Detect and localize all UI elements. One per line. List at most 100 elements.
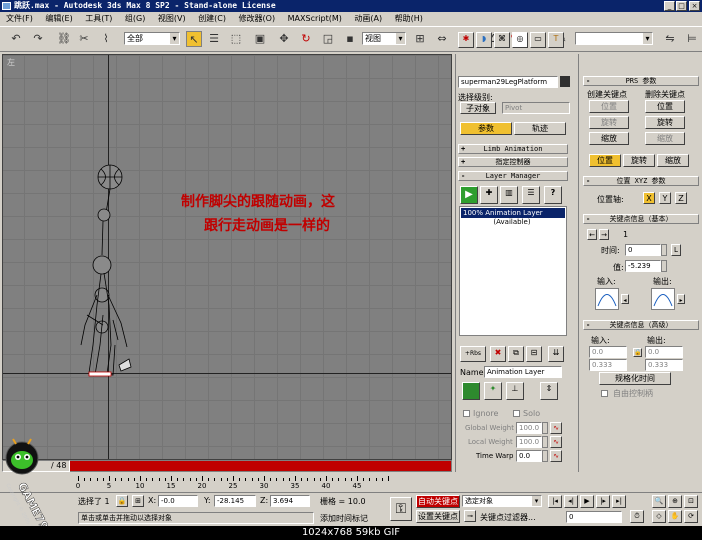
add-time-tag[interactable]: 添加时间标记 <box>320 513 368 524</box>
scale-icon[interactable]: ◲ <box>320 31 336 47</box>
move-icon[interactable]: ✥ <box>276 31 292 47</box>
motion-tab-icon[interactable]: ◎ <box>512 32 528 48</box>
adv-out-field-2[interactable]: 0.333 <box>645 359 683 371</box>
normalize-time-button[interactable]: 规格化时间 <box>599 372 671 385</box>
global-weight-spinner[interactable] <box>542 422 548 434</box>
sublevel-button[interactable]: 子对象 <box>460 102 496 114</box>
selection-set-dropdown[interactable]: 选定对象 ▾ <box>462 495 542 507</box>
object-name-field[interactable]: superman29LegPlatform <box>458 76 558 88</box>
next-key-icon[interactable]: → <box>599 229 609 240</box>
adv-in-field-2[interactable]: 0.333 <box>589 359 627 371</box>
axis-y-button[interactable]: Y <box>659 192 671 204</box>
modify-tab-icon[interactable]: ◗ <box>476 32 492 48</box>
auto-key-button[interactable]: 自动关键点 <box>416 495 460 508</box>
in-tangent-curve-icon[interactable] <box>595 288 619 310</box>
window-crossing-icon[interactable]: ▣ <box>252 31 268 47</box>
zoom-all-icon[interactable]: ⊕ <box>668 495 682 508</box>
rollout-pos-xyz[interactable]: - 位置 XYZ 参数 <box>583 176 699 186</box>
time-warp-spinner[interactable] <box>542 450 548 462</box>
menu-tools[interactable]: 工具(T) <box>85 14 112 23</box>
zoom-icon[interactable]: 🔍 <box>652 495 666 508</box>
character-skeleton[interactable] <box>73 155 153 385</box>
lock-time-button[interactable]: L <box>671 244 681 256</box>
layer-row-selected[interactable]: 100% Animation Layer <box>461 208 565 218</box>
layer-move-icon[interactable]: ⇕ <box>540 382 558 400</box>
add-rbs-button[interactable]: +Rbs <box>460 346 486 362</box>
orbit-icon[interactable]: ⟳ <box>684 510 698 523</box>
select-manipulate-icon[interactable]: ▪ <box>342 31 358 47</box>
fov-icon[interactable]: ◇ <box>652 510 666 523</box>
layer-name-field[interactable]: Animation Layer <box>484 366 562 378</box>
help-icon[interactable]: ? <box>544 186 562 204</box>
y-coord-field[interactable]: -28.145 <box>214 495 256 507</box>
select-link-icon[interactable]: ⛓ <box>56 31 72 47</box>
current-frame-field[interactable]: 0 <box>566 511 622 523</box>
minimize-button[interactable]: _ <box>664 1 675 11</box>
layer-color-swatch[interactable] <box>462 382 480 400</box>
rect-selection-icon[interactable]: ⬚ <box>228 31 244 47</box>
adv-out-field[interactable]: 0.0 <box>645 346 683 358</box>
sublevel-dropdown[interactable]: Pivot <box>502 102 570 114</box>
reference-coord-dropdown[interactable]: 视图 ▾ <box>362 32 406 45</box>
menu-animation[interactable]: 动画(A) <box>354 14 382 23</box>
rollout-assign-controller[interactable]: + 指定控制器 <box>458 157 568 167</box>
named-selection-dropdown[interactable]: ▾ <box>575 32 653 45</box>
create-rot-key-button[interactable]: 旋转 <box>589 116 629 129</box>
delete-rot-key-button[interactable]: 旋转 <box>645 116 685 129</box>
align-icon[interactable]: ⊨ <box>684 31 700 47</box>
lock-icon[interactable]: 🔒 <box>633 348 642 357</box>
time-warp-curve-icon[interactable]: ∿ <box>550 450 562 462</box>
z-coord-field[interactable]: 3.694 <box>270 495 310 507</box>
utilities-tab-icon[interactable]: T <box>548 32 564 48</box>
key-mode-icon[interactable]: ⊸ <box>464 510 476 522</box>
key-time-field[interactable]: 0 <box>625 244 661 256</box>
ignore-checkbox[interactable] <box>463 410 470 417</box>
delete-scale-key-button[interactable]: 缩放 <box>645 132 685 145</box>
rollout-key-info-basic[interactable]: - 关键点信息（基本） <box>583 214 699 224</box>
add-layer-icon[interactable]: ✚ <box>480 186 498 204</box>
pan-icon[interactable]: ✋ <box>668 510 682 523</box>
menu-group[interactable]: 组(G) <box>125 14 145 23</box>
play-icon[interactable]: ▶ <box>580 495 594 508</box>
create-pos-key-button[interactable]: 位置 <box>589 100 629 113</box>
pivot-center-icon[interactable]: ⊞ <box>412 31 428 47</box>
layer-weight-icon[interactable]: ⊥ <box>506 382 524 400</box>
key-value-spinner[interactable] <box>661 260 667 272</box>
trajectory-tab[interactable]: 轨迹 <box>514 122 566 135</box>
global-weight-field[interactable]: 100.0 <box>516 422 542 434</box>
bind-spacewarp-icon[interactable]: ⌇ <box>98 31 114 47</box>
menu-file[interactable]: 文件(F) <box>6 14 33 23</box>
unlink-icon[interactable]: ✂ <box>76 31 92 47</box>
prev-frame-icon[interactable]: ◂| <box>564 495 578 508</box>
goto-start-icon[interactable]: |◂ <box>548 495 562 508</box>
hierarchy-tab-icon[interactable]: ⌘ <box>494 32 510 48</box>
key-value-field[interactable]: -5.239 <box>625 260 661 272</box>
menu-edit[interactable]: 编辑(E) <box>45 14 72 23</box>
select-by-name-icon[interactable]: ☰ <box>206 31 222 47</box>
layer-properties-icon[interactable]: ▥ <box>500 186 518 204</box>
next-frame-icon[interactable]: |▸ <box>596 495 610 508</box>
menu-help[interactable]: 帮助(H) <box>395 14 423 23</box>
axis-x-button[interactable]: X <box>643 192 655 204</box>
display-tab-icon[interactable]: ▭ <box>530 32 546 48</box>
selection-lock-icon[interactable]: 🔒 <box>116 495 128 507</box>
global-weight-curve-icon[interactable]: ∿ <box>550 422 562 434</box>
key-time-spinner[interactable] <box>661 244 667 256</box>
rollout-prs[interactable]: - PRS 参数 <box>583 76 699 86</box>
params-tab[interactable]: 参数 <box>460 122 512 135</box>
rollout-limb-animation[interactable]: + Limb Animation <box>458 144 568 154</box>
goto-end-icon[interactable]: ▸| <box>612 495 626 508</box>
zoom-extents-icon[interactable]: ⊡ <box>684 495 698 508</box>
menu-modifiers[interactable]: 修改器(O) <box>239 14 276 23</box>
prev-key-icon[interactable]: ← <box>587 229 597 240</box>
rotation-mode-button[interactable]: 旋转 <box>623 154 655 167</box>
mirror-icon[interactable]: ⇋ <box>662 31 678 47</box>
time-warp-field[interactable]: 0.0 <box>516 450 542 462</box>
layer-list-icon[interactable]: ☰ <box>522 186 540 204</box>
selection-filter-dropdown[interactable]: 全部 ▾ <box>124 32 180 45</box>
in-tangent-prev-icon[interactable]: ◂ <box>621 294 629 304</box>
create-tab-icon[interactable]: ✱ <box>458 32 474 48</box>
local-weight-field[interactable]: 100.0 <box>516 436 542 448</box>
create-scale-key-button[interactable]: 缩放 <box>589 132 629 145</box>
key-filters-button[interactable]: 关键点过滤器... <box>480 512 536 523</box>
